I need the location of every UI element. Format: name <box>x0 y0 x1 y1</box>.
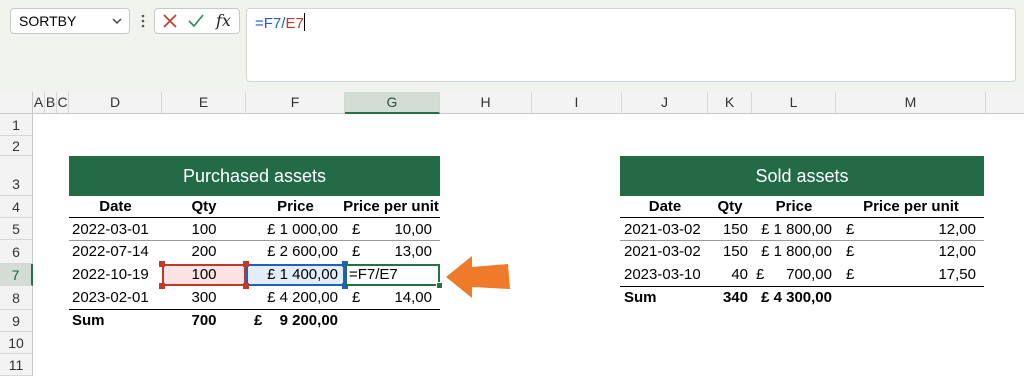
sold-ppu: 12,00 <box>938 221 976 238</box>
column-header-e[interactable]: E <box>162 92 246 114</box>
sold-ppu-symbol: £ <box>846 221 855 238</box>
purchased-price: £ 1 000,00 <box>267 221 338 238</box>
sold-header-qty: Qty <box>717 198 743 215</box>
purchased-price: £ 1 400,00 <box>267 266 338 283</box>
sold-sum-qty: 340 <box>722 289 748 306</box>
purchased-header-rule <box>69 217 440 218</box>
sold-header-rule <box>620 217 984 218</box>
purchased-sum-price: 9 200,00 <box>279 312 338 329</box>
row-rule <box>69 240 440 241</box>
sum-rule <box>69 309 440 310</box>
name-box[interactable]: SORTBY <box>10 8 130 34</box>
column-header-d[interactable]: D <box>69 92 162 114</box>
text-cursor <box>303 13 305 31</box>
chevron-down-icon[interactable] <box>111 9 123 41</box>
purchased-qty: 100 <box>191 266 217 283</box>
column-header-n[interactable] <box>986 92 1024 114</box>
ppu-formula-edit[interactable]: =F7/E7 <box>349 265 398 285</box>
sold-date: 2021-03-02 <box>624 221 701 238</box>
sold-header-date: Date <box>648 198 682 215</box>
fill-handle[interactable] <box>436 282 443 289</box>
sold-price: £ 1 800,00 <box>761 221 832 238</box>
purchased-qty: 200 <box>191 243 217 260</box>
purchased-qty: 100 <box>191 221 217 238</box>
purchased-header-date: Date <box>99 198 132 215</box>
sold-header-price: Price <box>775 198 813 215</box>
function-icon[interactable]: fx <box>215 9 235 40</box>
row-header-3[interactable]: 3 <box>0 156 33 196</box>
row-header-1[interactable]: 1 <box>0 114 33 136</box>
column-header-i[interactable]: I <box>532 92 622 114</box>
purchased-sum-label: Sum <box>72 312 105 329</box>
purchased-header-price: Price <box>277 198 314 215</box>
column-header-c[interactable]: C <box>57 92 69 114</box>
sum-rule <box>620 286 984 287</box>
purchased-date: 2022-10-19 <box>72 266 149 283</box>
purchased-date: 2023-02-01 <box>72 289 149 306</box>
column-header-m[interactable]: M <box>836 92 986 114</box>
row-header-8[interactable]: 8 <box>0 286 33 310</box>
confirm-icon[interactable] <box>187 9 205 39</box>
sold-qty: 150 <box>722 221 748 238</box>
purchased-price: £ 4 200,00 <box>267 289 338 306</box>
formula-input[interactable]: =F7/E7 <box>246 8 1016 82</box>
row-header-9[interactable]: 9 <box>0 310 33 332</box>
column-header-l[interactable]: L <box>752 92 836 114</box>
row-header-11[interactable]: 11 <box>0 354 33 376</box>
row-header-2[interactable]: 2 <box>0 136 33 156</box>
column-header-b[interactable]: B <box>45 92 57 114</box>
sold-price: £ 1 800,00 <box>761 243 832 260</box>
name-box-value: SORTBY <box>19 13 77 29</box>
sold-qty: 150 <box>722 243 748 260</box>
formula-prefix: =F7/ <box>255 15 286 32</box>
sold-date: 2023-03-10 <box>624 266 701 283</box>
purchased-ppu: 13,00 <box>394 243 432 260</box>
sold-price: 700,00 <box>786 266 832 283</box>
sold-sum-label: Sum <box>624 289 657 306</box>
sold-header-ppu: Price per unit <box>863 198 959 215</box>
purchased-date: 2022-07-14 <box>72 243 149 260</box>
row-rule <box>620 240 984 241</box>
column-header-j[interactable]: J <box>622 92 708 114</box>
sold-sum-price: £ 4 300,00 <box>761 289 832 306</box>
purchased-ppu: 10,00 <box>394 221 432 238</box>
purchased-date: 2022-03-01 <box>72 221 149 238</box>
purchased-price: £ 2 600,00 <box>267 243 338 260</box>
arrow-left-icon <box>444 252 512 302</box>
purchased-header-ppu: Price per unit <box>343 198 439 215</box>
row-header-7[interactable]: 7 <box>0 264 33 286</box>
more-icon[interactable] <box>136 8 150 34</box>
column-header-g[interactable]: G <box>345 92 440 114</box>
cancel-icon[interactable] <box>161 9 179 39</box>
sold-ppu: 12,00 <box>938 243 976 260</box>
formula-reference: E7 <box>285 15 304 32</box>
purchased-ppu: 14,00 <box>394 289 432 306</box>
column-header-f[interactable]: F <box>246 92 345 114</box>
svg-text:fx: fx <box>215 11 231 30</box>
purchased-qty: 300 <box>191 289 217 306</box>
sold-assets-title: Sold assets <box>620 156 984 196</box>
sold-ppu-symbol: £ <box>846 266 855 283</box>
sold-ppu: 17,50 <box>938 266 976 283</box>
purchased-sum-qty: 700 <box>191 312 217 329</box>
purchased-assets-title: Purchased assets <box>69 156 440 196</box>
sold-ppu-symbol: £ <box>846 243 855 260</box>
select-all-corner[interactable] <box>0 92 33 114</box>
sold-qty: 40 <box>731 266 748 283</box>
column-header-h[interactable]: H <box>440 92 532 114</box>
row-header-5[interactable]: 5 <box>0 218 33 240</box>
column-header-a[interactable]: A <box>33 92 45 114</box>
row-header-6[interactable]: 6 <box>0 240 33 264</box>
row-header-10[interactable]: 10 <box>0 332 33 354</box>
purchased-header-qty: Qty <box>191 198 217 215</box>
row-header-4[interactable]: 4 <box>0 196 33 218</box>
sold-date: 2021-03-02 <box>624 243 701 260</box>
column-header-k[interactable]: K <box>708 92 752 114</box>
formula-buttons: fx <box>154 8 240 34</box>
